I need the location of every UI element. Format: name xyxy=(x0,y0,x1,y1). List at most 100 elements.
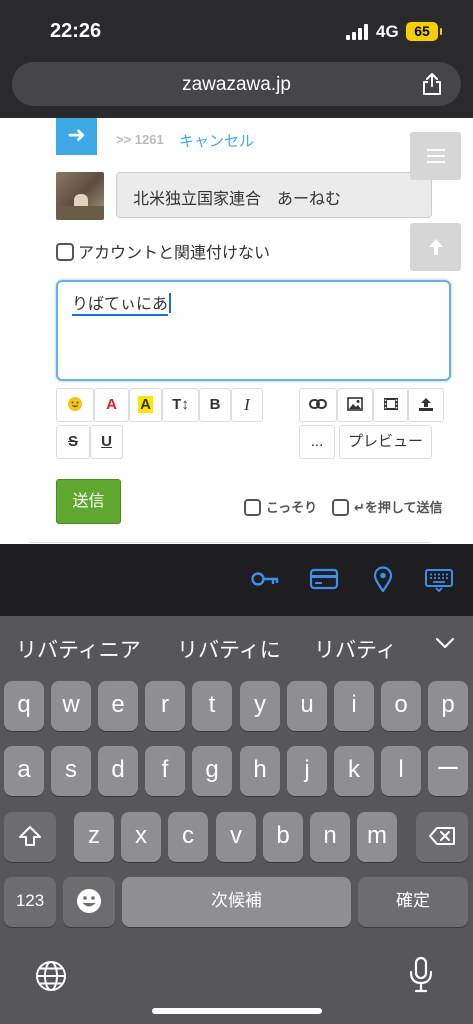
key-j[interactable]: j xyxy=(287,746,327,796)
video-button[interactable] xyxy=(373,388,408,422)
stealth-label: こっそり xyxy=(266,500,318,515)
no-account-checkbox-row[interactable]: アカウントと関連付けない xyxy=(56,239,270,263)
status-bar: 22:26 4G 65 xyxy=(0,0,473,60)
battery-icon: 65 xyxy=(406,22,442,41)
hamburger-icon xyxy=(426,149,445,163)
no-account-label: アカウントと関連付けない xyxy=(78,245,271,262)
enter-send-label: ↵を押して送信 xyxy=(354,500,443,515)
no-account-checkbox[interactable] xyxy=(56,243,74,261)
key-icon[interactable] xyxy=(250,566,280,592)
key-g[interactable]: g xyxy=(192,746,232,796)
suggestion-2[interactable]: リバティに xyxy=(177,634,281,664)
backspace-key[interactable] xyxy=(416,812,468,862)
keyboard-icon[interactable] xyxy=(424,566,454,592)
chevron-down-icon[interactable] xyxy=(434,632,456,654)
share-icon[interactable] xyxy=(421,72,443,96)
name-field[interactable]: 北米独立国家連合 あーねむ xyxy=(116,172,432,218)
emoji-icon xyxy=(77,889,101,913)
comment-form-page: ➜ >> 1261 キャンセル 北米独立国家連合 あーねむ アカウントと関連付け… xyxy=(0,118,473,544)
emoji-button[interactable] xyxy=(56,388,94,422)
key-m[interactable]: m xyxy=(357,812,397,862)
suggestion-3[interactable]: リバティ xyxy=(314,634,397,664)
reply-reference: >> 1261 xyxy=(116,132,164,147)
arrow-right-button[interactable]: ➜ xyxy=(56,118,97,155)
numbers-key[interactable]: 123 xyxy=(4,877,56,927)
microphone-icon[interactable] xyxy=(408,956,434,994)
emoji-icon xyxy=(68,397,82,411)
stealth-checkbox[interactable] xyxy=(244,499,261,516)
network-label: 4G xyxy=(376,22,399,41)
suggestion-1[interactable]: リバティニア xyxy=(16,634,141,664)
key-l[interactable]: l xyxy=(381,746,421,796)
preview-button[interactable]: プレビュー xyxy=(339,425,432,459)
globe-icon[interactable] xyxy=(35,960,67,992)
key-z[interactable]: z xyxy=(74,812,114,862)
bold-button[interactable]: B xyxy=(199,388,231,422)
upload-button[interactable] xyxy=(408,388,444,422)
shift-icon xyxy=(19,826,41,846)
comment-textarea[interactable]: りばてぃにあ xyxy=(56,280,451,381)
emoji-key[interactable] xyxy=(63,877,115,927)
text-color-button[interactable]: A xyxy=(94,388,129,422)
key-o[interactable]: o xyxy=(381,681,421,731)
key-b[interactable]: b xyxy=(263,812,303,862)
font-size-button[interactable]: T↕ xyxy=(162,388,199,422)
film-icon xyxy=(383,398,398,410)
highlight-label: A xyxy=(138,396,153,413)
more-button[interactable]: ... xyxy=(299,425,335,459)
key-y[interactable]: y xyxy=(240,681,280,731)
underline-button[interactable]: U xyxy=(90,425,123,459)
browser-toolbar: zawazawa.jp xyxy=(0,60,473,118)
status-time: 22:26 xyxy=(50,20,102,42)
link-button[interactable] xyxy=(299,388,337,422)
key-u[interactable]: u xyxy=(287,681,327,731)
key-i[interactable]: i xyxy=(334,681,374,731)
key-d[interactable]: d xyxy=(98,746,138,796)
enter-send-checkbox[interactable] xyxy=(332,499,349,516)
highlight-button[interactable]: A xyxy=(129,388,162,422)
key-long-vowel[interactable]: ー xyxy=(428,746,468,796)
key-w[interactable]: w xyxy=(51,681,91,731)
key-q[interactable]: q xyxy=(4,681,44,731)
avatar[interactable] xyxy=(56,172,104,220)
key-t[interactable]: t xyxy=(192,681,232,731)
arrow-up-icon xyxy=(428,239,443,255)
backspace-icon xyxy=(429,827,455,845)
key-r[interactable]: r xyxy=(145,681,185,731)
home-indicator xyxy=(152,1008,322,1014)
software-keyboard: リバティニア リバティに リバティ q w e r t y u i o p a … xyxy=(0,616,473,1024)
address-bar[interactable]: zawazawa.jp xyxy=(12,62,461,106)
strikethrough-button[interactable]: S xyxy=(56,425,90,459)
key-n[interactable]: n xyxy=(310,812,350,862)
italic-button[interactable]: I xyxy=(231,388,263,422)
key-f[interactable]: f xyxy=(145,746,185,796)
scroll-top-button[interactable] xyxy=(410,223,461,271)
key-h[interactable]: h xyxy=(240,746,280,796)
key-k[interactable]: k xyxy=(334,746,374,796)
key-x[interactable]: x xyxy=(121,812,161,862)
credit-card-icon[interactable] xyxy=(309,566,339,592)
key-e[interactable]: e xyxy=(98,681,138,731)
cancel-link[interactable]: キャンセル xyxy=(179,130,254,151)
key-s[interactable]: s xyxy=(51,746,91,796)
stealth-option[interactable]: こっそり xyxy=(244,497,317,516)
key-c[interactable]: c xyxy=(168,812,208,862)
confirm-key[interactable]: 確定 xyxy=(358,877,468,927)
key-a[interactable]: a xyxy=(4,746,44,796)
key-p[interactable]: p xyxy=(428,681,468,731)
text-caret xyxy=(169,293,172,313)
image-icon xyxy=(347,397,363,411)
keyboard-accessory-bar xyxy=(0,544,473,616)
divider xyxy=(30,542,430,543)
shift-key[interactable] xyxy=(4,812,56,862)
location-icon[interactable] xyxy=(368,566,398,592)
key-v[interactable]: v xyxy=(216,812,256,862)
upload-icon xyxy=(419,398,433,411)
signal-icon xyxy=(346,24,370,40)
space-key[interactable]: 次候補 xyxy=(122,877,351,927)
enter-send-option[interactable]: ↵を押して送信 xyxy=(332,497,443,516)
image-button[interactable] xyxy=(337,388,373,422)
composing-text: りばてぃにあ xyxy=(72,296,169,316)
send-button[interactable]: 送信 xyxy=(56,479,121,524)
menu-button[interactable] xyxy=(410,132,461,180)
